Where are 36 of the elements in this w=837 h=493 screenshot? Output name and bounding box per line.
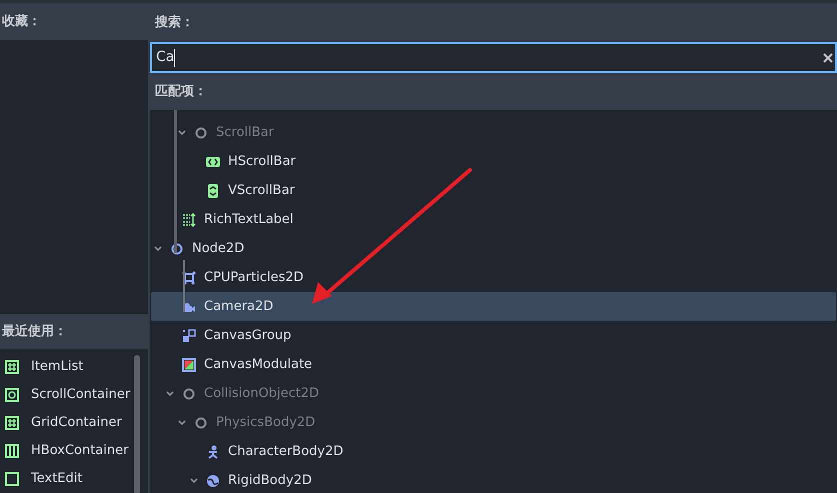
- clear-icon[interactable]: [823, 52, 833, 62]
- search-field[interactable]: Ca: [150, 42, 837, 73]
- tree-item[interactable]: CanvasModulate: [151, 350, 836, 379]
- node-icon: [5, 416, 19, 430]
- node-icon: [182, 386, 196, 400]
- tree-item[interactable]: CanvasGroup: [151, 321, 836, 350]
- node-icon: [170, 242, 184, 256]
- tree-item[interactable]: CPUParticles2D: [151, 263, 836, 292]
- recent-item[interactable]: ItemList: [0, 353, 148, 381]
- tree-item[interactable]: Camera2D: [151, 292, 836, 321]
- node-icon: [206, 184, 220, 198]
- favorites-heading: 收藏：: [2, 12, 41, 31]
- node-icon: [5, 388, 19, 402]
- node-icon: [206, 474, 220, 488]
- recent-item[interactable]: HBoxContainer: [0, 437, 148, 465]
- node-icon: [182, 358, 196, 372]
- tree-item[interactable]: RichTextLabel: [151, 205, 836, 234]
- node-icon: [206, 154, 220, 168]
- node-icon: [182, 270, 196, 284]
- chevron-down-icon[interactable]: [154, 246, 162, 252]
- node-icon: [194, 416, 208, 430]
- scrollbar-thumb[interactable]: [134, 355, 140, 493]
- recent-item[interactable]: GridContainer: [0, 409, 148, 437]
- node-icon: [194, 126, 208, 140]
- node-icon: [182, 328, 196, 342]
- node-icon: [206, 444, 220, 458]
- recent-item[interactable]: TextEdit: [0, 465, 148, 493]
- recent-item[interactable]: ScrollContainer: [0, 381, 148, 409]
- node-icon: [5, 472, 19, 486]
- tree-item[interactable]: Node2D: [151, 234, 836, 263]
- node-icon: [5, 444, 19, 458]
- node-icon: [5, 360, 19, 374]
- node-icon: [182, 212, 196, 226]
- recent-heading: 最近使用：: [2, 322, 67, 341]
- search-heading: 搜索：: [155, 14, 194, 32]
- matches-heading: 匹配项：: [155, 82, 207, 101]
